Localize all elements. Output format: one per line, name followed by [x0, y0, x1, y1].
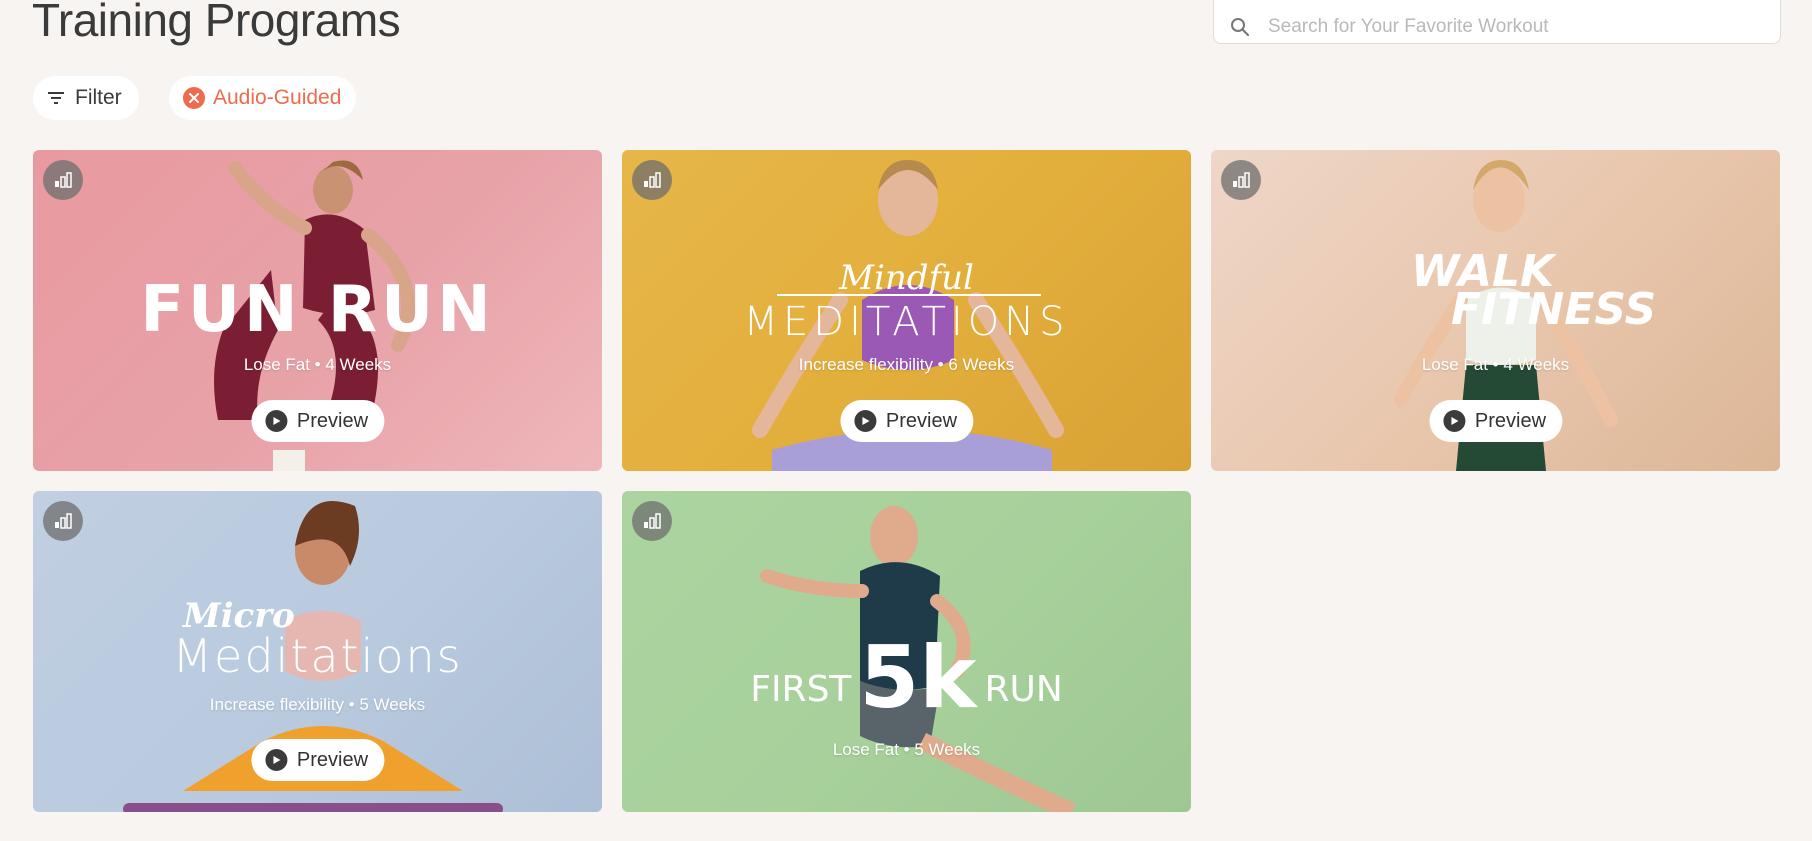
preview-label: Preview: [296, 748, 369, 771]
preview-button[interactable]: Preview: [250, 739, 385, 781]
difficulty-icon: [43, 501, 83, 541]
play-icon: [853, 410, 876, 432]
play-icon: [1442, 410, 1465, 432]
program-logo-big: 5k: [859, 628, 977, 728]
difficulty-icon: [43, 160, 83, 200]
remove-filter-icon[interactable]: [183, 87, 205, 109]
program-subtitle: Increase flexibility • 5 Weeks: [209, 695, 426, 714]
program-card-mindful-meditations[interactable]: Mindful MEDITATIONS Increase flexibility…: [622, 150, 1191, 471]
preview-label: Preview: [885, 409, 958, 432]
program-logo-script: Mindful: [839, 258, 974, 298]
preview-label: Preview: [296, 409, 369, 432]
preview-label: Preview: [1474, 409, 1547, 432]
filter-label: Filter: [75, 86, 122, 109]
logo-divider: [777, 294, 1041, 296]
play-icon: [264, 749, 287, 771]
program-logo: Meditations: [172, 629, 463, 683]
program-logo: FIRST5k RUN: [622, 635, 1191, 725]
search-icon: [1231, 18, 1250, 37]
program-logo-post: RUN: [984, 669, 1063, 710]
program-logo-line2: FITNESS: [1451, 284, 1657, 335]
filter-icon: [48, 92, 64, 104]
play-icon: [264, 410, 287, 432]
program-subtitle: Lose Fat • 5 Weeks: [832, 740, 981, 759]
program-logo: FUN RUN: [140, 273, 495, 347]
program-card-micro-meditations[interactable]: Micro Meditations Increase flexibility •…: [33, 491, 602, 812]
audio-guided-chip[interactable]: Audio-Guided: [169, 76, 356, 120]
program-subtitle: Increase flexibility • 6 Weeks: [798, 355, 1015, 374]
search-input[interactable]: [1266, 15, 1750, 39]
program-card-first-5k-run[interactable]: FIRST5k RUN Lose Fat • 5 Weeks: [622, 491, 1191, 812]
preview-button[interactable]: Preview: [1428, 400, 1563, 442]
difficulty-icon: [632, 160, 672, 200]
search-bar[interactable]: [1213, 0, 1781, 44]
program-logo-pre: FIRST: [750, 669, 852, 710]
audio-guided-label: Audio-Guided: [213, 86, 342, 109]
program-logo: MEDITATIONS: [743, 299, 1070, 345]
filter-button[interactable]: Filter: [33, 76, 139, 120]
program-card-walk-fitness[interactable]: WALK FITNESS Lose Fat • 4 Weeks Preview: [1211, 150, 1780, 471]
preview-button[interactable]: Preview: [250, 400, 385, 442]
difficulty-icon: [632, 501, 672, 541]
difficulty-icon: [1221, 160, 1261, 200]
page-title: Training Programs: [32, 0, 401, 46]
program-subtitle: Lose Fat • 4 Weeks: [243, 355, 392, 374]
preview-button[interactable]: Preview: [839, 400, 974, 442]
program-card-fun-run[interactable]: FUN RUN Lose Fat • 4 Weeks Preview: [33, 150, 602, 471]
program-subtitle: Lose Fat • 4 Weeks: [1421, 355, 1570, 374]
